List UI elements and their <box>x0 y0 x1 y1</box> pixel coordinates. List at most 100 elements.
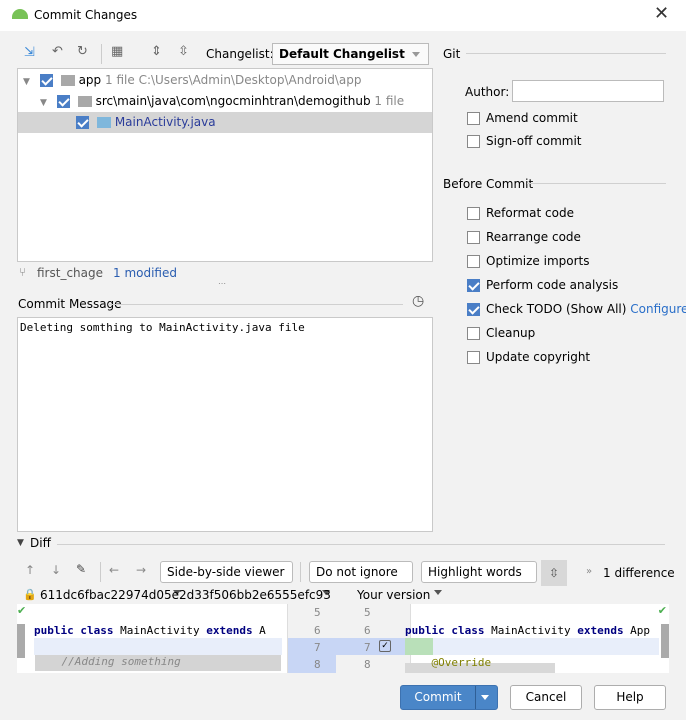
commit-button[interactable]: Commit <box>400 685 498 710</box>
collapse-diff-arrow-icon[interactable]: ▼ <box>17 538 24 548</box>
next-diff-icon[interactable]: ↓ <box>51 563 61 577</box>
prev-diff-icon[interactable]: ↑ <box>25 563 35 577</box>
changed-block <box>34 638 282 655</box>
option-optimize-imports[interactable]: Optimize imports <box>467 254 590 268</box>
path: C:\Users\Admin\Desktop\Android\app <box>138 73 362 87</box>
checkbox[interactable] <box>56 95 70 108</box>
branch-name: first_chage <box>37 266 104 280</box>
expand-arrow-icon[interactable]: ▼ <box>23 77 30 87</box>
checkbox[interactable] <box>467 303 480 316</box>
close-button[interactable]: ✕ <box>654 3 669 24</box>
java-file-icon <box>96 117 111 128</box>
splitter-handle[interactable]: ⋯ <box>218 279 226 288</box>
apply-change-checkbox[interactable]: ✓ <box>379 640 391 652</box>
collapse-all-icon[interactable]: ⇳ <box>178 44 189 59</box>
collapse-arrows-icon[interactable]: ⇲ <box>24 45 35 60</box>
option-label: Sign-off commit <box>486 134 582 148</box>
option-cleanup[interactable]: Cleanup <box>467 326 535 340</box>
tree-label: app <box>78 73 102 87</box>
changelist-value: Default Changelist <box>279 47 405 61</box>
viewer-select[interactable]: Side-by-side viewer <box>160 561 293 595</box>
checkbox[interactable] <box>467 255 480 268</box>
help-button[interactable]: Help <box>594 685 666 710</box>
checkbox[interactable] <box>467 327 480 340</box>
tree-label: src\main\java\com\ngocminhtran\demogithu… <box>95 94 371 108</box>
right-line: public class MainActivity extends App <box>405 624 651 637</box>
divider <box>475 686 476 709</box>
author-label: Author: <box>465 85 510 99</box>
right-line: @Override <box>405 656 492 669</box>
option-update-copyright[interactable]: Update copyright <box>467 350 590 364</box>
checkbox[interactable] <box>467 112 480 125</box>
option-label: Amend commit <box>486 111 578 125</box>
title-bar: Commit Changes ✕ <box>0 0 686 31</box>
collapse-unchanged-icon[interactable]: ⇳ <box>541 560 567 586</box>
commit-message-label: Commit Message <box>18 297 122 311</box>
ignore-value: Do not ignore <box>316 565 398 579</box>
option-rearrange-code[interactable]: Rearrange code <box>467 230 581 244</box>
expand-arrow-icon[interactable]: ▼ <box>40 98 47 108</box>
history-clock-icon[interactable]: ◷ <box>412 293 424 309</box>
right-scrollbar[interactable] <box>661 624 669 658</box>
option-code-analysis[interactable]: Perform code analysis <box>467 278 618 292</box>
highlight-value: Highlight words <box>428 565 522 579</box>
expand-all-icon[interactable]: ⇕ <box>151 44 162 59</box>
tree-row-file[interactable]: MainActivity.java <box>18 112 432 133</box>
left-revision: 611dc6fbac22974d05e2d33f506bb2e6555efc93 <box>40 588 331 602</box>
divider <box>57 544 665 545</box>
line-number: 5 <box>364 606 371 619</box>
line-number: 7 <box>364 641 371 654</box>
commit-message-input[interactable]: Deleting somthing to MainActivity.java f… <box>17 317 433 532</box>
divider <box>527 183 666 184</box>
amend-commit-option[interactable]: Amend commit <box>467 111 578 125</box>
file-count: 1 file <box>374 94 405 108</box>
difference-count: 1 difference <box>603 566 675 580</box>
checkbox[interactable] <box>467 351 480 364</box>
divider <box>101 44 102 64</box>
changed-gutter <box>288 638 410 655</box>
commit-options-dropdown-icon[interactable] <box>481 695 489 700</box>
option-check-todo[interactable]: Check TODO (Show All) Configure <box>467 302 686 316</box>
checkmark-icon: ✔ <box>657 604 667 617</box>
line-number-gutter: 5 5 6 6 7 7 ✓ 8 8 <box>287 604 411 673</box>
checkbox[interactable] <box>467 231 480 244</box>
inserted-block <box>405 638 433 655</box>
sign-off-option[interactable]: Sign-off commit <box>467 134 582 148</box>
tree-row-app[interactable]: ▼ app 1 file C:\Users\Admin\Desktop\Andr… <box>18 70 432 91</box>
line-number: 7 <box>314 641 321 654</box>
option-label: Rearrange code <box>486 230 581 244</box>
changes-tree: ▼ app 1 file C:\Users\Admin\Desktop\Andr… <box>17 68 433 262</box>
before-commit-header: Before Commit <box>443 177 534 191</box>
modified-count[interactable]: 1 modified <box>113 266 177 280</box>
checkbox[interactable] <box>467 207 480 220</box>
changelist-select[interactable]: Default Changelist <box>272 43 429 65</box>
refresh-icon[interactable]: ↻ <box>77 44 88 59</box>
checkbox[interactable] <box>39 74 53 87</box>
option-reformat-code[interactable]: Reformat code <box>467 206 574 220</box>
chevron-down-icon <box>412 52 420 57</box>
double-chevron-icon[interactable]: » <box>586 566 592 577</box>
android-icon <box>12 9 28 19</box>
cancel-button[interactable]: Cancel <box>510 685 582 710</box>
divider <box>108 304 403 305</box>
tree-row-package[interactable]: ▼ src\main\java\com\ngocminhtran\demogit… <box>18 91 432 112</box>
author-input[interactable] <box>512 80 664 102</box>
line-number: 5 <box>314 606 321 619</box>
ignore-select[interactable]: Do not ignore <box>309 561 413 595</box>
back-arrow-icon[interactable]: ← <box>109 563 119 577</box>
line-number: 8 <box>364 658 371 671</box>
edit-pencil-icon[interactable]: ✎ <box>76 562 86 576</box>
line-number: 8 <box>314 658 321 671</box>
option-label: Cleanup <box>486 326 536 340</box>
checkbox[interactable] <box>76 116 89 129</box>
divider <box>100 562 101 582</box>
checkbox[interactable] <box>467 279 480 292</box>
configure-link[interactable]: Configure <box>630 302 686 316</box>
highlight-select[interactable]: Highlight words <box>421 561 537 595</box>
chevron-down-icon <box>434 590 442 595</box>
left-scrollbar[interactable] <box>17 624 25 658</box>
checkbox[interactable] <box>467 135 480 148</box>
revert-icon[interactable]: ↶ <box>52 44 63 59</box>
group-by-icon[interactable]: ▦ <box>111 44 123 59</box>
forward-arrow-icon[interactable]: → <box>136 563 146 577</box>
